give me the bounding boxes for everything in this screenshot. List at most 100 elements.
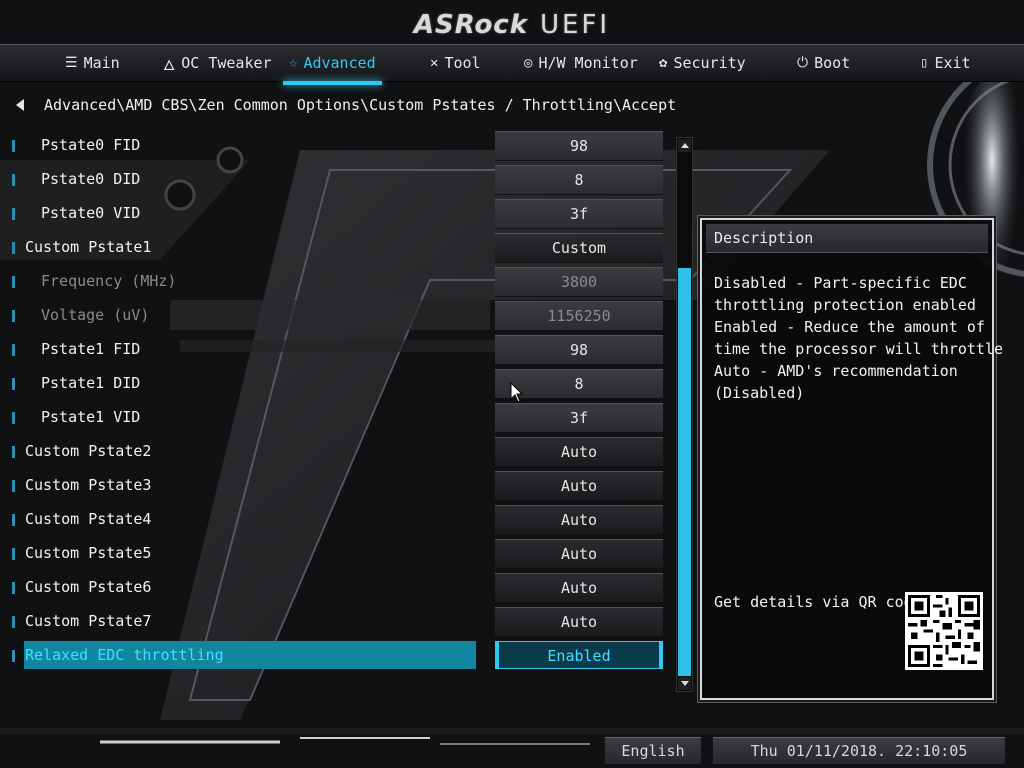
setting-label: Custom Pstate5 — [25, 544, 152, 562]
setting-row-pstate1-did[interactable]: Pstate1 DID 8 — [0, 369, 670, 399]
tab-advanced[interactable]: ☆ Advanced — [283, 45, 382, 85]
scroll-up-arrow-icon[interactable] — [678, 139, 691, 152]
mouse-pointer-icon — [510, 381, 524, 403]
description-line: (Disabled) — [714, 384, 805, 402]
qr-code-icon — [905, 592, 983, 670]
setting-value-field[interactable]: 98 — [495, 335, 663, 365]
setting-label: Custom Pstate7 — [25, 612, 152, 630]
setting-value-field[interactable]: 3f — [495, 403, 663, 433]
setting-row-custom-pstate7[interactable]: Custom Pstate7 Auto — [0, 607, 670, 637]
setting-label: Relaxed EDC throttling — [25, 646, 224, 664]
description-title: Description — [706, 224, 988, 253]
setting-label: Pstate0 VID — [41, 204, 141, 222]
tab-oc-tweaker-label: OC Tweaker — [181, 54, 272, 72]
scroll-down-arrow-icon[interactable] — [678, 677, 691, 690]
row-marker — [12, 446, 15, 458]
setting-value-field[interactable]: 8 — [495, 165, 663, 195]
setting-label: Custom Pstate4 — [25, 510, 152, 528]
tab-security[interactable]: ✿ Security — [659, 45, 746, 81]
row-marker — [12, 650, 15, 662]
brand-logo-text: ASRock — [413, 10, 529, 40]
tab-oc-tweaker[interactable]: 🜂 OC Tweaker — [163, 45, 272, 81]
setting-value-readonly: 1156250 — [495, 301, 663, 331]
description-line: Disabled - Part-specific EDC — [714, 274, 967, 292]
setting-value-dropdown[interactable]: Auto — [495, 539, 663, 569]
setting-row-relaxed-edc-throttling[interactable]: Relaxed EDC throttling Enabled — [0, 641, 670, 671]
row-marker — [12, 582, 15, 594]
setting-label: Custom Pstate3 — [25, 476, 152, 494]
tab-hw-monitor-label: H/W Monitor — [538, 54, 638, 72]
setting-value-field[interactable]: 98 — [495, 131, 663, 161]
tab-tool-label: Tool — [444, 54, 481, 72]
setting-row-frequency: Frequency (MHz) 3800 — [0, 267, 670, 297]
setting-label: Custom Pstate6 — [25, 578, 152, 596]
row-marker — [12, 174, 15, 186]
setting-row-pstate1-vid[interactable]: Pstate1 VID 3f — [0, 403, 670, 433]
setting-value-readonly: 3800 — [495, 267, 663, 297]
setting-label: Pstate1 FID — [41, 340, 141, 358]
tab-tool[interactable]: ✕ Tool — [430, 45, 481, 81]
tab-main[interactable]: ☰ Main — [65, 45, 120, 81]
row-marker — [12, 616, 15, 628]
scrollbar-thumb[interactable] — [678, 268, 691, 676]
setting-row-pstate0-did[interactable]: Pstate0 DID 8 — [0, 165, 670, 195]
setting-row-custom-pstate6[interactable]: Custom Pstate6 Auto — [0, 573, 670, 603]
row-marker — [12, 548, 15, 560]
setting-value-dropdown[interactable]: Auto — [495, 471, 663, 501]
row-marker — [12, 514, 15, 526]
row-marker — [12, 242, 15, 254]
tab-boot-label: Boot — [814, 54, 851, 72]
setting-row-custom-pstate2[interactable]: Custom Pstate2 Auto — [0, 437, 670, 467]
tab-main-label: Main — [83, 54, 120, 72]
description-line: Auto - AMD's recommendation — [714, 362, 958, 380]
tab-advanced-label: Advanced — [303, 54, 376, 72]
tab-hw-monitor[interactable]: ◎ H/W Monitor — [524, 45, 638, 81]
row-marker — [12, 378, 15, 390]
exit-door-icon: ▯ — [920, 55, 929, 71]
setting-row-custom-pstate1[interactable]: Custom Pstate1 Custom — [0, 233, 670, 263]
setting-row-pstate1-fid[interactable]: Pstate1 FID 98 — [0, 335, 670, 365]
setting-value-dropdown[interactable]: Auto — [495, 505, 663, 535]
brand-suffix: UEFI — [540, 10, 611, 40]
qr-code-label: Get details via QR code — [714, 593, 922, 611]
setting-value-dropdown[interactable]: Enabled — [495, 641, 663, 669]
shield-icon: ✿ — [659, 55, 668, 71]
setting-value-field[interactable]: 3f — [495, 199, 663, 229]
row-marker — [12, 412, 15, 424]
setting-value-dropdown[interactable]: Auto — [495, 437, 663, 467]
tab-boot[interactable]: ⏻ Boot — [797, 45, 850, 81]
description-line: time the processor will throttle — [714, 340, 1003, 358]
row-marker — [12, 310, 15, 322]
tab-security-label: Security — [673, 54, 746, 72]
list-icon: ☰ — [65, 55, 78, 71]
language-selector[interactable]: English — [605, 737, 701, 764]
setting-row-custom-pstate4[interactable]: Custom Pstate4 Auto — [0, 505, 670, 535]
setting-label: Pstate0 FID — [41, 136, 141, 154]
settings-scrollbar[interactable] — [676, 137, 693, 692]
monitor-icon: ◎ — [524, 55, 533, 71]
tools-icon: ✕ — [430, 55, 439, 71]
setting-row-custom-pstate5[interactable]: Custom Pstate5 Auto — [0, 539, 670, 569]
asrock-uefi-logo: ASRock UEFI — [0, 10, 1024, 40]
description-panel: Description Disabled - Part-specific EDC… — [700, 218, 1003, 700]
setting-label: Pstate1 DID — [41, 374, 141, 392]
setting-row-custom-pstate3[interactable]: Custom Pstate3 Auto — [0, 471, 670, 501]
setting-row-pstate0-fid[interactable]: Pstate0 FID 98 — [0, 131, 670, 161]
back-arrow-icon[interactable] — [16, 99, 24, 111]
setting-row-pstate0-vid[interactable]: Pstate0 VID 3f — [0, 199, 670, 229]
setting-value-dropdown[interactable]: Auto — [495, 573, 663, 603]
tab-exit[interactable]: ▯ Exit — [920, 45, 971, 81]
row-marker — [12, 480, 15, 492]
setting-label: Custom Pstate2 — [25, 442, 152, 460]
setting-label: Frequency (MHz) — [41, 272, 177, 290]
row-marker — [12, 140, 15, 152]
setting-value-dropdown[interactable]: Custom — [495, 233, 663, 263]
setting-label: Pstate0 DID — [41, 170, 141, 188]
setting-value-dropdown[interactable]: Auto — [495, 607, 663, 637]
setting-row-voltage: Voltage (uV) 1156250 — [0, 301, 670, 331]
rocket-icon: 🜂 — [163, 57, 176, 74]
description-line: Enabled - Reduce the amount of — [714, 318, 985, 336]
description-body: Disabled - Part-specific EDC throttling … — [714, 272, 1003, 404]
row-marker — [12, 208, 15, 220]
breadcrumb: Advanced\AMD CBS\Zen Common Options\Cust… — [16, 92, 676, 118]
